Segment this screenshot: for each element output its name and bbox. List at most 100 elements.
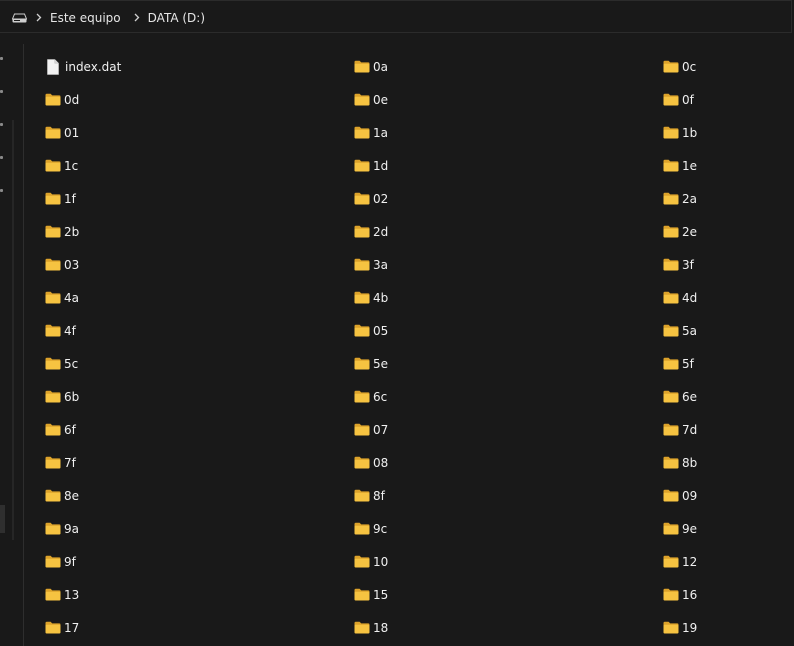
nav-scrollbar-thumb[interactable] [0,505,5,533]
item-name: 16 [682,587,698,602]
folder-icon [45,620,61,636]
folder-item[interactable]: 19 [663,611,794,644]
folder-item[interactable]: 16 [663,578,794,611]
folder-icon [45,356,61,372]
folder-item[interactable]: 9f [45,545,354,578]
folder-item[interactable]: 01 [45,116,354,149]
folder-icon [663,224,679,240]
expand-chevron-icon[interactable] [0,123,3,126]
item-name: 1a [373,125,388,140]
folder-item[interactable]: 13 [45,578,354,611]
folder-item[interactable]: 05 [354,314,663,347]
breadcrumb-data-drive[interactable]: DATA (D:) [148,11,205,25]
folder-item[interactable]: 4f [45,314,354,347]
folder-item[interactable]: 18 [354,611,663,644]
folder-icon [663,191,679,207]
folder-item[interactable]: 5f [663,347,794,380]
folder-item[interactable]: 12 [663,545,794,578]
folder-item[interactable]: 9a [45,512,354,545]
nav-scrollbar-track [12,120,14,540]
folder-item[interactable]: 09 [663,479,794,512]
folder-item[interactable]: 10 [354,545,663,578]
folder-icon [45,587,61,603]
folder-item[interactable]: 03 [45,248,354,281]
folder-item[interactable]: 1d [354,149,663,182]
folder-icon [354,356,370,372]
folder-item[interactable]: 17 [45,611,354,644]
expand-chevron-icon[interactable] [0,156,3,159]
folder-item[interactable]: 4d [663,281,794,314]
folder-icon [45,521,61,537]
item-name: 18 [373,620,389,635]
navigation-pane[interactable] [0,33,24,646]
breadcrumb: Este equipo DATA (D:) [12,1,217,34]
item-name: 9c [373,521,388,536]
item-name: index.dat [65,59,122,74]
item-name: 8e [64,488,80,503]
pane-divider[interactable] [23,44,24,646]
file-explorer-window: Este equipo DATA (D:) index.dat 0a 0c 0d 0e 0… [0,0,794,646]
folder-item[interactable]: 0e [354,83,663,116]
expand-chevron-icon[interactable] [0,57,3,60]
item-name: 0d [64,92,80,107]
folder-item[interactable]: 6f [45,413,354,446]
folder-item[interactable]: 8e [45,479,354,512]
folder-icon [354,158,370,174]
chevron-right-icon[interactable] [35,13,43,23]
file-item[interactable]: index.dat [45,50,354,83]
folder-item[interactable]: 4a [45,281,354,314]
folder-item[interactable]: 0a [354,50,663,83]
folder-item[interactable]: 3a [354,248,663,281]
folder-item[interactable]: 1e [663,149,794,182]
folder-item[interactable]: 15 [354,578,663,611]
folder-item[interactable]: 7f [45,446,354,479]
folder-icon [663,620,679,636]
folder-item[interactable]: 8f [354,479,663,512]
folder-icon [663,488,679,504]
folder-item[interactable]: 7d [663,413,794,446]
folder-item[interactable]: 0c [663,50,794,83]
folder-item[interactable]: 5e [354,347,663,380]
folder-item[interactable]: 6c [354,380,663,413]
expand-chevron-icon[interactable] [0,90,3,93]
folder-item[interactable]: 6b [45,380,354,413]
folder-item[interactable]: 5c [45,347,354,380]
chevron-right-icon[interactable] [133,13,141,23]
folder-item[interactable]: 9c [354,512,663,545]
folder-item[interactable]: 9e [663,512,794,545]
folder-item[interactable]: 08 [354,446,663,479]
folder-item[interactable]: 2d [354,215,663,248]
folder-item[interactable]: 1a [354,116,663,149]
folder-item[interactable]: 5a [663,314,794,347]
folder-item[interactable]: 2a [663,182,794,215]
folder-item[interactable]: 6e [663,380,794,413]
folder-item[interactable]: 3f [663,248,794,281]
folder-item[interactable]: 4b [354,281,663,314]
expand-chevron-icon[interactable] [0,189,3,192]
item-name: 12 [682,554,698,569]
item-name: 05 [373,323,389,338]
item-name: 5f [682,356,694,371]
folder-item[interactable]: 02 [354,182,663,215]
address-bar[interactable]: Este equipo DATA (D:) [0,0,792,33]
item-name: 10 [373,554,389,569]
folder-icon [45,158,61,174]
breadcrumb-este-equipo[interactable]: Este equipo [50,11,121,25]
file-list: index.dat 0a 0c 0d 0e 0f 01 1a 1b 1c 1d 1e 1f 02 2a 2b 2… [45,50,794,644]
folder-item[interactable]: 2b [45,215,354,248]
item-name: 5a [682,323,697,338]
folder-item[interactable]: 0f [663,83,794,116]
item-name: 2e [682,224,698,239]
folder-item[interactable]: 07 [354,413,663,446]
folder-item[interactable]: 1b [663,116,794,149]
folder-item[interactable]: 8b [663,446,794,479]
folder-icon [45,389,61,405]
folder-item[interactable]: 1f [45,182,354,215]
folder-item[interactable]: 1c [45,149,354,182]
item-name: 01 [64,125,80,140]
folder-item[interactable]: 2e [663,215,794,248]
folder-icon [354,257,370,273]
drive-icon[interactable] [12,13,27,23]
item-name: 4a [64,290,79,305]
folder-item[interactable]: 0d [45,83,354,116]
